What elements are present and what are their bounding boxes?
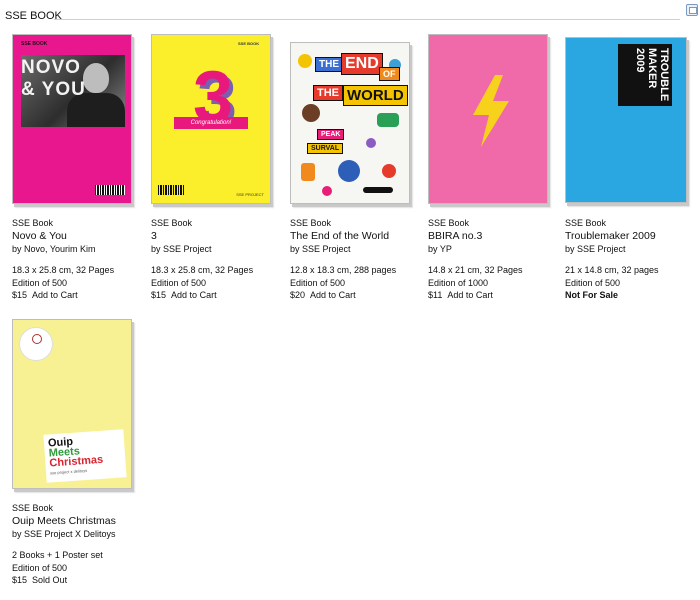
- product-publisher: SSE Book: [565, 218, 607, 228]
- add-to-cart-link[interactable]: Add to Cart: [447, 290, 493, 300]
- product-title[interactable]: BBIRA no.3: [428, 230, 563, 243]
- product-price: $15: [12, 575, 28, 585]
- window-restore-icon[interactable]: [686, 4, 698, 16]
- cover-word: PEAK: [317, 129, 345, 140]
- cover-word: END: [341, 53, 383, 75]
- cover-brand: SSE BOOK: [238, 41, 260, 46]
- product-price: $15: [12, 290, 28, 300]
- cover-label: TROUBLE MAKER 2009: [618, 44, 672, 106]
- product-publisher: SSE Book: [12, 218, 54, 228]
- lightning-bolt-icon: [473, 75, 509, 147]
- product-spec: 18.3 x 25.8 cm, 32 Pages: [12, 265, 115, 275]
- product-author: by SSE Project: [151, 243, 212, 254]
- product-edition: Edition of 500: [290, 277, 346, 288]
- add-to-cart-link[interactable]: Add to Cart: [310, 290, 356, 300]
- product-publisher: SSE Book: [428, 218, 470, 228]
- add-to-cart-link[interactable]: Add to Cart: [32, 290, 78, 300]
- cover-title: NOVO & YOU: [21, 57, 86, 100]
- product-spec: 21 x 14.8 cm, 32 pages: [565, 265, 659, 275]
- product-spec: 18.3 x 25.8 cm, 32 Pages: [151, 265, 254, 275]
- cover-footer: SSE PROJECT: [236, 192, 264, 197]
- product-edition: Edition of 500: [565, 277, 621, 288]
- product-author: by YP: [428, 243, 452, 254]
- book-cover-bbira-no3[interactable]: [428, 34, 548, 204]
- product-price: $15: [151, 290, 167, 300]
- product-title[interactable]: 3: [151, 230, 286, 243]
- product-edition: Edition of 500: [151, 277, 207, 288]
- product-spec: 2 Books + 1 Poster set: [12, 550, 103, 560]
- add-to-cart-link[interactable]: Add to Cart: [171, 290, 217, 300]
- book-cover-troublemaker-2009[interactable]: TROUBLE MAKER 2009: [565, 37, 687, 203]
- barcode-icon: [158, 185, 184, 195]
- product-publisher: SSE Book: [151, 218, 193, 228]
- book-cover-3[interactable]: SSE BOOK 3 Congratulation! SSE PROJECT: [151, 34, 271, 204]
- cover-word: SURVAL: [307, 143, 344, 154]
- cover-brand: SSE BOOK: [21, 41, 48, 47]
- cover-word: THE: [315, 57, 343, 72]
- character-badge-icon: [19, 327, 53, 361]
- book-cover-ouip-meets-christmas[interactable]: Ouip Meets Christmas sse project x delit…: [12, 319, 132, 489]
- product-title[interactable]: Novo & You: [12, 230, 147, 243]
- product-author: by Novo, Yourim Kim: [12, 243, 96, 254]
- product-edition: Edition of 500: [12, 562, 68, 573]
- cover-word: THE: [313, 85, 343, 101]
- product-spec: 14.8 x 21 cm, 32 Pages: [428, 265, 523, 275]
- product-author: by SSE Project: [565, 243, 626, 254]
- product-spec: 12.8 x 18.3 cm, 288 pages: [290, 265, 397, 275]
- cover-ribbon: Congratulation!: [174, 117, 248, 129]
- book-cover-novo-and-you[interactable]: SSE BOOK NOVO & YOU: [12, 34, 132, 204]
- product-edition: Edition of 500: [12, 277, 68, 288]
- product-price: $20: [290, 290, 306, 300]
- product-edition: Edition of 1000: [428, 277, 489, 288]
- not-for-sale-label: Not For Sale: [565, 290, 619, 300]
- header-divider: [54, 19, 680, 20]
- book-cover-the-end-of-the-world[interactable]: THE END OF THE WORLD PEAK SURVAL: [290, 42, 410, 204]
- product-publisher: SSE Book: [290, 218, 332, 228]
- product-publisher: SSE Book: [12, 503, 54, 513]
- product-author: by SSE Project X Delitoys: [12, 528, 116, 539]
- cover-word: OF: [379, 67, 400, 81]
- product-title[interactable]: Ouip Meets Christmas: [12, 515, 147, 528]
- section-header: SSE BOOK: [0, 0, 700, 22]
- cover-sticker: Ouip Meets Christmas sse project x delit…: [43, 429, 127, 483]
- sold-out-label: Sold Out: [32, 575, 68, 585]
- cover-word: WORLD: [343, 85, 408, 106]
- product-title[interactable]: Troublemaker 2009: [565, 230, 700, 243]
- product-title[interactable]: The End of the World: [290, 230, 425, 243]
- product-author: by SSE Project: [290, 243, 351, 254]
- section-title: SSE BOOK: [5, 10, 62, 22]
- barcode-icon: [95, 185, 125, 195]
- product-price: $11: [428, 290, 443, 300]
